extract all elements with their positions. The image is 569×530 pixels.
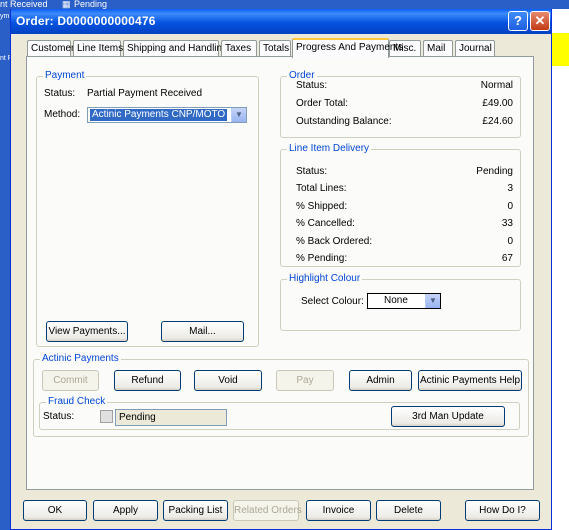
actinic-payments-title: Actinic Payments (40, 353, 121, 364)
order-group: Order Status: Normal Order Total: £49.00… (280, 70, 521, 138)
help-button[interactable]: ? (508, 11, 528, 31)
admin-button[interactable]: Admin (349, 370, 412, 391)
background-status-bar: nt Received ▦ Pending (0, 0, 569, 9)
apply-button[interactable]: Apply (93, 500, 158, 521)
total-lines-label: Total Lines: (296, 183, 347, 194)
tab-totals[interactable]: Totals (259, 40, 291, 57)
shipped-label: % Shipped: (296, 201, 348, 212)
progress-and-payments-panel: Payment Status: Partial Payment Received… (26, 56, 534, 490)
outstanding-balance-value: £24.60 (482, 116, 513, 127)
close-button[interactable]: ✕ (530, 11, 550, 31)
payment-method-select[interactable]: Actinic Payments CNP/MOTO ▼ (87, 107, 247, 123)
colour-value: None (384, 295, 408, 306)
order-total-value: £49.00 (482, 98, 513, 109)
fraud-flag-icon (100, 410, 113, 423)
pending-percent-label: % Pending: (296, 253, 348, 264)
back-ordered-value: 0 (507, 236, 513, 247)
highlight-colour-title: Highlight Colour (287, 273, 363, 284)
highlight-colour-group: Highlight Colour Select Colour: None ▼ (280, 273, 521, 331)
delete-button[interactable]: Delete (376, 500, 441, 521)
title-bar[interactable]: Order: D0000000000476 ? ✕ (11, 9, 551, 34)
payment-status-value: Partial Payment Received (87, 88, 203, 99)
background-status-text: nt Received (0, 0, 48, 9)
tab-mail[interactable]: Mail (423, 40, 453, 57)
payment-method-label: Method: (44, 109, 81, 120)
tab-line-items[interactable]: Line Items (73, 40, 123, 57)
total-lines-value: 3 (507, 183, 513, 194)
tab-progress-and-payments[interactable]: Progress And Payments (292, 38, 403, 58)
related-orders-button[interactable]: Related Orders (233, 500, 302, 521)
pay-button[interactable]: Pay (276, 370, 334, 391)
actinic-payments-help-button[interactable]: Actinic Payments Help (418, 370, 522, 391)
view-payments-button[interactable]: View Payments... (46, 321, 128, 342)
background-pending-text: Pending (74, 0, 108, 9)
line-item-delivery-title: Line Item Delivery (287, 143, 372, 154)
payment-group: Payment Status: Partial Payment Received… (36, 70, 259, 347)
order-status-value: Normal (480, 80, 513, 91)
order-total-label: Order Total: (296, 98, 349, 109)
background-area (552, 66, 569, 530)
tab-customer[interactable]: Customer (27, 40, 74, 57)
fraud-check-group: Fraud Check Status: Pending 3rd Man Upda… (39, 396, 520, 430)
packing-list-button[interactable]: Packing List (163, 500, 228, 521)
fraud-status-field: Pending (115, 409, 227, 426)
shipped-value: 0 (507, 201, 513, 212)
question-icon: ? (514, 13, 522, 28)
refund-button[interactable]: Refund (114, 370, 181, 391)
select-colour-label: Select Colour: (301, 296, 364, 307)
pending-percent-value: 67 (501, 253, 513, 264)
third-man-update-button[interactable]: 3rd Man Update (391, 406, 505, 427)
mail-button[interactable]: Mail... (161, 321, 244, 342)
fraud-check-title: Fraud Check (46, 396, 108, 407)
payment-group-title: Payment (43, 70, 87, 81)
ok-button[interactable]: OK (23, 500, 87, 521)
order-dialog: Order: D0000000000476 ? ✕ Customer Line … (10, 9, 552, 530)
close-icon: ✕ (534, 13, 546, 28)
delivery-status-value: Pending (476, 166, 513, 177)
tab-shipping-and-handling[interactable]: Shipping and Handling (123, 40, 228, 57)
commit-button[interactable]: Commit (42, 370, 99, 391)
payment-status-label: Status: (44, 88, 76, 99)
payment-method-value: Actinic Payments CNP/MOTO (90, 109, 228, 121)
colour-select[interactable]: None ▼ (367, 293, 441, 309)
tab-taxes[interactable]: Taxes (221, 40, 257, 57)
chevron-down-icon[interactable]: ▼ (425, 294, 440, 308)
order-status-label: Status: (296, 80, 328, 91)
cancelled-label: % Cancelled: (296, 218, 355, 229)
how-do-i-button[interactable]: How Do I? (465, 500, 540, 521)
chevron-down-icon[interactable]: ▼ (231, 108, 246, 122)
pending-icon: ▦ (62, 0, 71, 9)
cancelled-value: 33 (501, 218, 513, 229)
actinic-payments-group: Actinic Payments Commit Refund Void Pay … (33, 353, 529, 437)
invoice-button[interactable]: Invoice (306, 500, 371, 521)
tab-journal[interactable]: Journal (455, 40, 495, 57)
delivery-status-label: Status: (296, 166, 328, 177)
outstanding-balance-label: Outstanding Balance: (296, 116, 392, 127)
line-item-delivery-group: Line Item Delivery Status: Pending Total… (280, 143, 521, 267)
background-highlight-row (552, 33, 569, 66)
fraud-status-label: Status: (43, 411, 75, 422)
back-ordered-label: % Back Ordered: (296, 236, 373, 247)
window-title: Order: D0000000000476 (16, 14, 156, 28)
void-button[interactable]: Void (194, 370, 262, 391)
background-left-text: ym (0, 13, 10, 20)
